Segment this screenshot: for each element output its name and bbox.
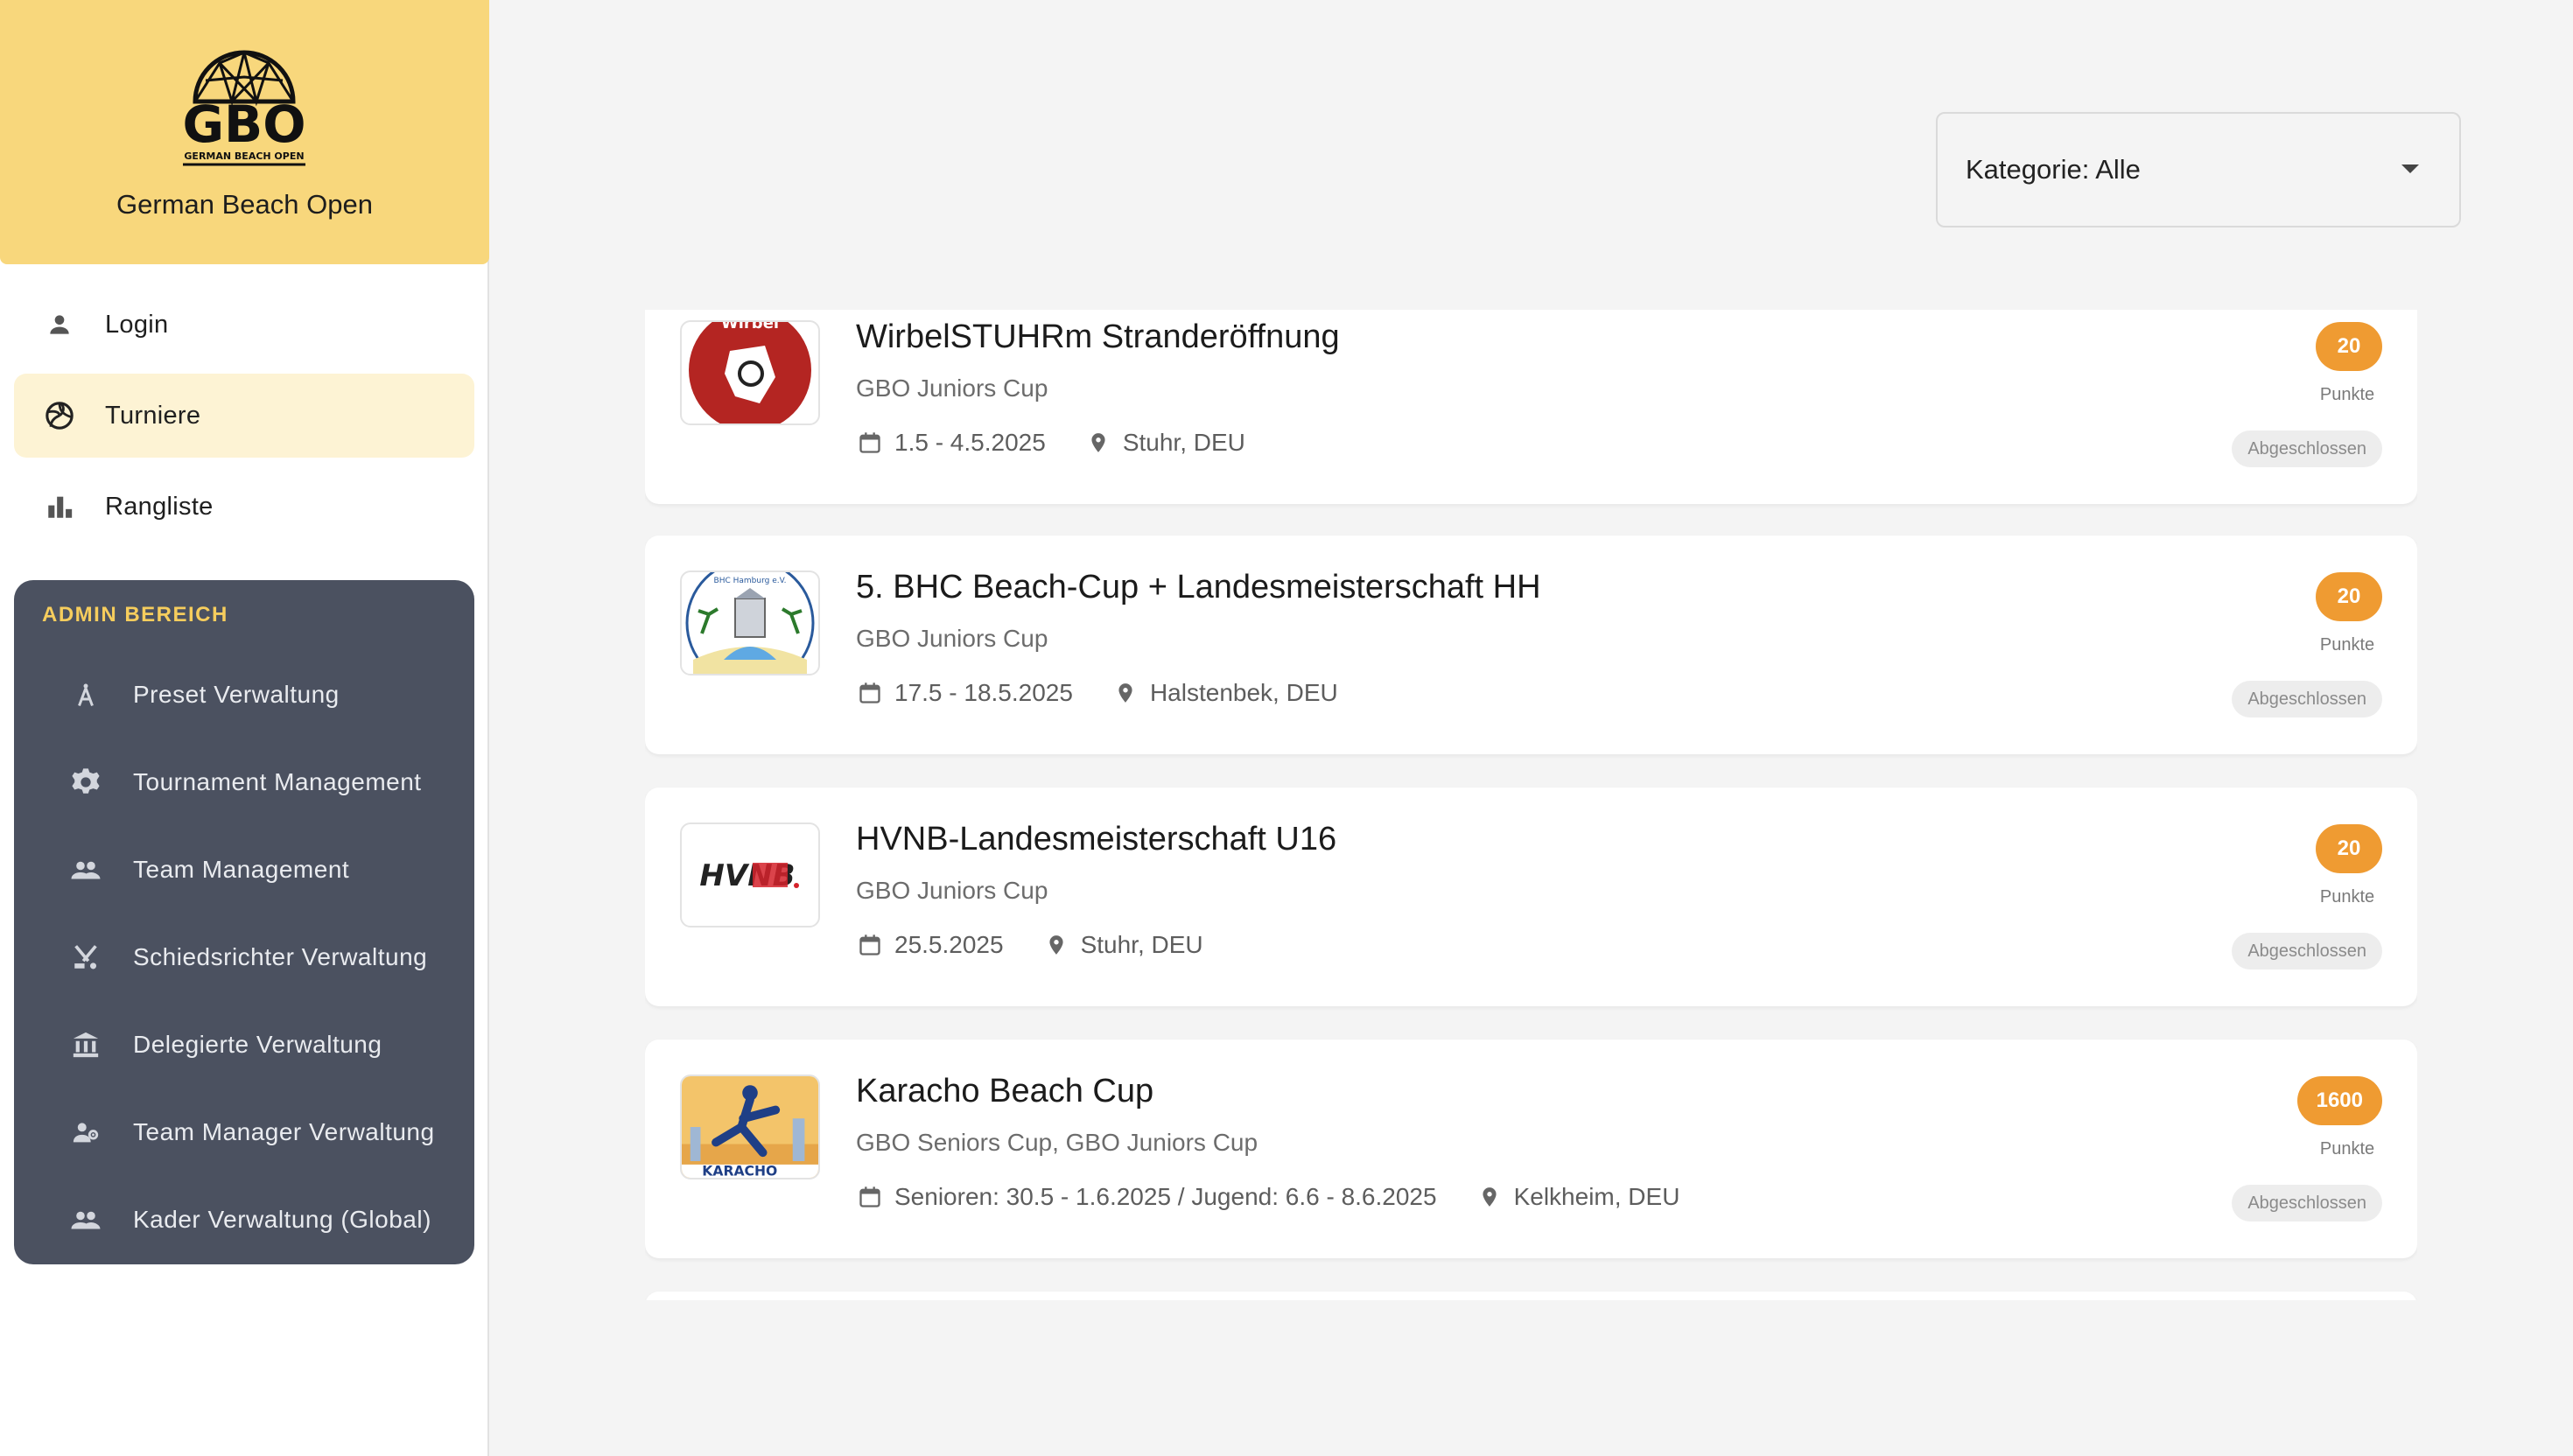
volleyball-icon: [42, 398, 77, 433]
tournament-location: Stuhr, DEU: [1080, 931, 1203, 958]
status-badge: Abgeschlossen: [2232, 430, 2382, 467]
tournament-meta: 17.5 - 18.5.2025 Halstenbek, DEU: [856, 676, 1338, 710]
admin-item-label: Preset Verwaltung: [133, 681, 340, 708]
tournament-category: GBO Juniors Cup: [856, 625, 1048, 652]
tournament-card[interactable]: KARACHO Karacho Beach Cup GBO Seniors Cu…: [645, 1040, 2417, 1258]
tournament-category: GBO Juniors Cup: [856, 374, 1048, 402]
nav-item-rangliste[interactable]: Rangliste: [14, 465, 474, 549]
location-pin-icon: [1084, 429, 1112, 457]
sports-icon: [68, 940, 103, 975]
points-label: Punkte: [2319, 887, 2375, 906]
tournament-list: Wirbel WirbelSTUHRm Stranderöffnung GBO …: [645, 310, 2417, 1300]
tournament-card[interactable]: BHC Hamburg e.V. 5. BHC Beach-Cup + Land…: [645, 536, 2417, 754]
category-filter-value: Kategorie: Alle: [1966, 154, 2141, 185]
tournament-dates: Senioren: 30.5 - 1.6.2025 / Jugend: 6.6 …: [894, 1183, 1437, 1210]
location-pin-icon: [1042, 931, 1070, 959]
logo-subtext: GERMAN BEACH OPEN: [184, 150, 304, 162]
calendar-icon: [856, 931, 884, 959]
admin-item-label: Kader Verwaltung (Global): [133, 1206, 431, 1233]
points-badge: 1600: [2296, 1076, 2382, 1125]
sidebar: GBO GERMAN BEACH OPEN German Beach Open …: [0, 0, 489, 1456]
tournament-logo: BHC Hamburg e.V.: [680, 570, 820, 676]
tournament-card[interactable]: [645, 1292, 2417, 1300]
gbo-logo: GBO GERMAN BEACH OPEN: [182, 50, 306, 166]
admin-item-label: Team Management: [133, 856, 350, 883]
nav-item-label: Turniere: [105, 401, 201, 430]
category-filter-select[interactable]: Kategorie: Alle: [1936, 112, 2461, 228]
admin-item-tournament-management[interactable]: Tournament Management: [28, 743, 460, 822]
tournament-title: 5. BHC Beach-Cup + Landesmeisterschaft H…: [856, 569, 1541, 606]
tournament-card[interactable]: Wirbel WirbelSTUHRm Stranderöffnung GBO …: [645, 310, 2417, 504]
chevron-down-icon: [2401, 164, 2419, 173]
tournament-location: Kelkheim, DEU: [1513, 1183, 1680, 1210]
tournament-dates: 17.5 - 18.5.2025: [894, 679, 1073, 706]
people-icon: [68, 1202, 103, 1237]
admin-section-title: ADMIN BEREICH: [42, 603, 228, 626]
nav-item-login[interactable]: Login: [14, 283, 474, 367]
admin-item-delegierte-verwaltung[interactable]: Delegierte Verwaltung: [28, 1005, 460, 1084]
points-badge: 20: [2316, 322, 2382, 371]
tournament-category: GBO Juniors Cup: [856, 877, 1048, 904]
tournament-meta: Senioren: 30.5 - 1.6.2025 / Jugend: 6.6 …: [856, 1180, 1679, 1214]
tournament-location: Stuhr, DEU: [1122, 429, 1245, 456]
location-pin-icon: [1476, 1183, 1504, 1211]
points-badge: 20: [2316, 572, 2382, 621]
tournament-logo: HVNB: [680, 822, 820, 928]
calendar-icon: [856, 429, 884, 457]
brand-name: German Beach Open: [116, 189, 373, 220]
nav-item-label: Rangliste: [105, 492, 214, 521]
logo-text: BHC Hamburg e.V.: [714, 577, 787, 585]
logo-text: GBO: [182, 94, 305, 154]
points-label: Punkte: [2319, 385, 2375, 404]
admin-item-kader-verwaltung[interactable]: Kader Verwaltung (Global): [28, 1180, 460, 1259]
tournament-category: GBO Seniors Cup, GBO Juniors Cup: [856, 1129, 1258, 1156]
brand-header: GBO GERMAN BEACH OPEN German Beach Open: [0, 0, 489, 264]
tournament-logo: Wirbel: [680, 320, 820, 425]
admin-item-label: Schiedsrichter Verwaltung: [133, 943, 428, 970]
institution-icon: [68, 1027, 103, 1062]
nav-item-turniere[interactable]: Turniere: [14, 374, 474, 458]
status-badge: Abgeschlossen: [2232, 933, 2382, 970]
admin-item-team-management[interactable]: Team Management: [28, 830, 460, 909]
tournament-meta: 1.5 - 4.5.2025 Stuhr, DEU: [856, 425, 1245, 460]
tournament-title: WirbelSTUHRm Stranderöffnung: [856, 318, 1340, 355]
tournament-logo: KARACHO: [680, 1074, 820, 1180]
compass-icon: [68, 677, 103, 712]
people-icon: [68, 852, 103, 887]
tournament-card[interactable]: HVNB HVNB-Landesmeisterschaft U16 GBO Ju…: [645, 788, 2417, 1006]
points-badge: 20: [2316, 824, 2382, 873]
tournament-title: Karacho Beach Cup: [856, 1073, 1154, 1110]
admin-item-preset-verwaltung[interactable]: Preset Verwaltung: [28, 655, 460, 734]
tournament-location: Halstenbek, DEU: [1149, 679, 1338, 706]
points-label: Punkte: [2319, 1139, 2375, 1158]
admin-item-label: Delegierte Verwaltung: [133, 1031, 382, 1058]
admin-item-label: Tournament Management: [133, 768, 422, 795]
manage-people-icon: [68, 1115, 103, 1150]
calendar-icon: [856, 679, 884, 707]
admin-section: ADMIN BEREICH Preset Verwaltung Tourname…: [14, 580, 474, 1264]
logo-text: KARACHO: [702, 1164, 777, 1180]
bar-chart-icon: [42, 489, 77, 524]
nav-item-label: Login: [105, 310, 169, 339]
calendar-icon: [856, 1183, 884, 1211]
location-pin-icon: [1111, 679, 1139, 707]
points-label: Punkte: [2319, 635, 2375, 654]
status-badge: Abgeschlossen: [2232, 681, 2382, 718]
tournament-meta: 25.5.2025 Stuhr, DEU: [856, 928, 1203, 962]
tournament-title: HVNB-Landesmeisterschaft U16: [856, 821, 1337, 858]
tournament-dates: 1.5 - 4.5.2025: [894, 429, 1046, 456]
status-badge: Abgeschlossen: [2232, 1185, 2382, 1222]
admin-item-label: Team Manager Verwaltung: [133, 1118, 435, 1145]
admin-item-team-manager-verwaltung[interactable]: Team Manager Verwaltung: [28, 1093, 460, 1172]
logo-text: Wirbel: [721, 320, 779, 332]
tournament-dates: 25.5.2025: [894, 931, 1004, 958]
person-icon: [42, 307, 77, 342]
admin-item-schiedsrichter-verwaltung[interactable]: Schiedsrichter Verwaltung: [28, 918, 460, 997]
gear-icon: [68, 765, 103, 800]
